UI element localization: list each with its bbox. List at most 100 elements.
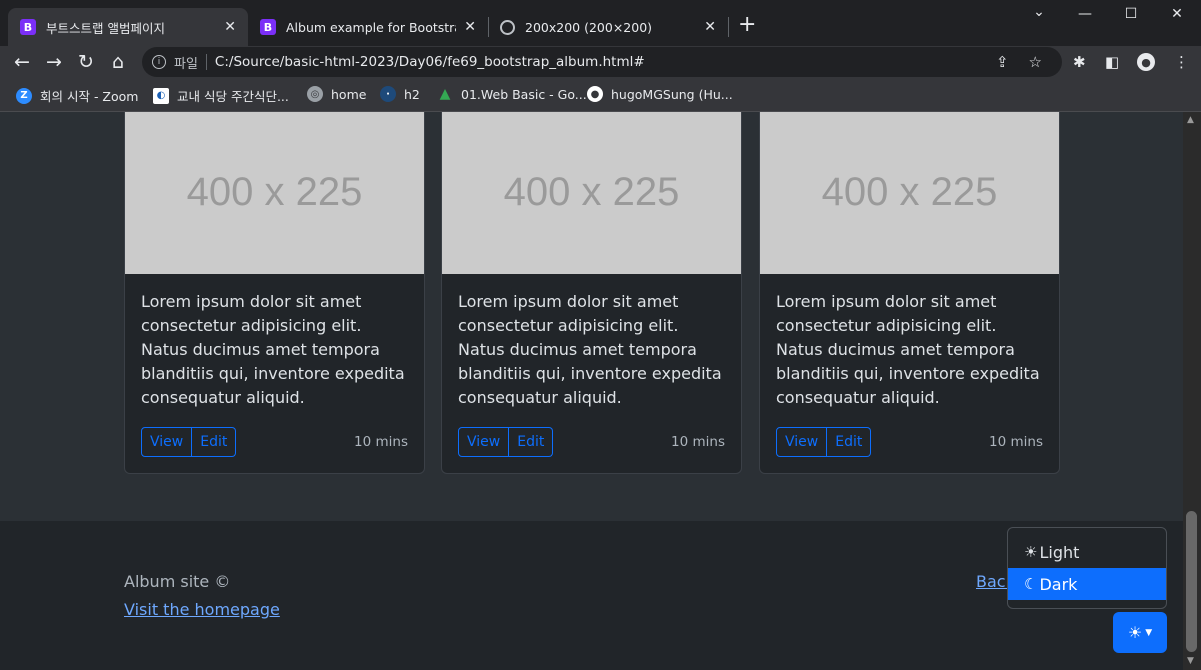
theme-option-dark[interactable]: ☾ Dark (1008, 568, 1166, 600)
card-button-group: View Edit (141, 427, 237, 457)
url-text[interactable]: C:/Source/basic-html-2023/Day06/fe69_boo… (215, 54, 996, 70)
theme-option-label: Dark (1039, 574, 1078, 594)
zoom-icon: Z (16, 87, 32, 104)
close-icon[interactable]: ✕ (224, 19, 236, 35)
theme-option-light[interactable]: ☀ Light (1008, 536, 1166, 568)
close-icon[interactable]: ✕ (704, 19, 716, 35)
globe-icon (500, 19, 515, 35)
chevron-down-icon[interactable]: ⌄ (1016, 4, 1062, 20)
bookmark-web-basic[interactable]: ▲ 01.Web Basic - Go... (437, 86, 587, 102)
thumbnail-text: 400 x 225 (186, 170, 363, 214)
address-bar[interactable]: i 파일 C:/Source/basic-html-2023/Day06/fe6… (142, 47, 1062, 77)
view-button[interactable]: View (776, 427, 828, 457)
info-icon[interactable]: i (152, 55, 166, 69)
card-time: 10 mins (354, 434, 408, 450)
card-text: Lorem ipsum dolor sit amet consectetur a… (141, 292, 405, 407)
album-card: 400 x 225 Lorem ipsum dolor sit amet con… (759, 112, 1060, 474)
card-footer: View Edit 10 mins (458, 427, 725, 457)
tab-title: 200x200 (200×200) (525, 19, 653, 35)
url-scheme-label: 파일 (174, 56, 198, 72)
profile-avatar-icon[interactable]: ● (1137, 53, 1155, 71)
copyright-text: Album site © (124, 572, 231, 591)
bookmark-label: 01.Web Basic - Go... (461, 86, 587, 102)
card-body: Lorem ipsum dolor sit amet consectetur a… (125, 274, 424, 473)
forward-arrow-icon[interactable]: → (42, 50, 66, 74)
album-card: 400 x 225 Lorem ipsum dolor sit amet con… (124, 112, 425, 474)
puzzle-extension-icon[interactable]: ✱ (1073, 53, 1086, 71)
bookmark-label: 회의 시작 - Zoom (40, 89, 139, 104)
page-footer: Album site © Visit the homepage Back (0, 521, 1183, 670)
bookmark-home[interactable]: ◎ home (307, 86, 366, 102)
bookmark-github[interactable]: ● hugoMGSung (Hu... (587, 86, 733, 102)
tab-title: Album example for Bootstrap (286, 19, 457, 35)
window-close-button[interactable]: ✕ (1154, 6, 1200, 22)
back-arrow-icon[interactable]: ← (10, 50, 34, 74)
browser-tab-album-example[interactable]: B Album example for Bootstrap ✕ (248, 8, 488, 46)
edit-button[interactable]: Edit (192, 427, 237, 457)
globe-icon: ◎ (307, 86, 323, 102)
minimize-button[interactable]: — (1062, 6, 1108, 22)
h2-database-icon: · (380, 86, 396, 102)
scroll-down-arrow-icon[interactable]: ▼ (1187, 656, 1194, 666)
bookmark-cafeteria[interactable]: ◐ 교내 식당 주간식단... (153, 86, 289, 105)
maximize-button[interactable]: ☐ (1108, 6, 1154, 22)
card-time: 10 mins (671, 434, 725, 450)
theme-toggle-button[interactable]: ☀ ▼ (1113, 612, 1167, 653)
browser-tab-200x200[interactable]: 200x200 (200×200) ✕ (488, 8, 728, 46)
card-button-group: View Edit (458, 427, 554, 457)
theme-option-label: Light (1039, 542, 1080, 562)
edit-button[interactable]: Edit (509, 427, 554, 457)
thumbnail-text: 400 x 225 (821, 170, 998, 214)
card-footer: View Edit 10 mins (776, 427, 1043, 457)
tab-title: 부트스트랩 앨범페이지 (46, 20, 165, 36)
close-icon[interactable]: ✕ (464, 19, 476, 35)
star-icon[interactable]: ☆ (1029, 53, 1042, 71)
home-icon[interactable]: ⌂ (106, 50, 130, 74)
google-drive-icon: ▲ (439, 86, 451, 102)
tab-separator (728, 17, 729, 37)
card-thumbnail: 400 x 225 (125, 112, 424, 274)
bookmark-label: home (331, 86, 367, 102)
bookmark-h2[interactable]: · h2 (380, 86, 420, 102)
card-body: Lorem ipsum dolor sit amet consectetur a… (760, 274, 1059, 473)
caret-down-icon: ▼ (1145, 627, 1153, 638)
reload-icon[interactable]: ↻ (74, 50, 98, 74)
browser-titlebar: B 부트스트랩 앨범페이지 ✕ B Album example for Boot… (0, 0, 1201, 46)
card-button-group: View Edit (776, 427, 872, 457)
view-button[interactable]: View (458, 427, 510, 457)
card-thumbnail: 400 x 225 (760, 112, 1059, 274)
bookmark-label: hugoMGSung (Hu... (611, 86, 733, 102)
menu-dots-icon[interactable]: ⋮ (1174, 53, 1189, 71)
visit-homepage-link[interactable]: Visit the homepage (124, 600, 280, 619)
card-thumbnail: 400 x 225 (442, 112, 741, 274)
card-text: Lorem ipsum dolor sit amet consectetur a… (776, 292, 1040, 407)
view-button[interactable]: View (141, 427, 193, 457)
bookmarks-bar: Z 회의 시작 - Zoom ◐ 교내 식당 주간식단... ◎ home · … (0, 78, 1201, 112)
sun-icon: ☀ (1024, 543, 1038, 561)
bookmark-label: h2 (404, 86, 420, 102)
bookmark-label: 교내 식당 주간식단... (177, 89, 289, 104)
new-tab-button[interactable]: + (738, 14, 756, 36)
school-icon: ◐ (153, 87, 169, 104)
album-card: 400 x 225 Lorem ipsum dolor sit amet con… (441, 112, 742, 474)
card-body: Lorem ipsum dolor sit amet consectetur a… (442, 274, 741, 473)
card-text: Lorem ipsum dolor sit amet consectetur a… (458, 292, 722, 407)
bookmark-zoom[interactable]: Z 회의 시작 - Zoom (16, 86, 138, 105)
share-icon[interactable]: ⇪ (996, 53, 1009, 71)
divider (205, 54, 207, 70)
card-footer: View Edit 10 mins (141, 427, 408, 457)
browser-toolbar: ← → ↻ ⌂ i 파일 C:/Source/basic-html-2023/D… (0, 46, 1201, 78)
theme-dropdown-menu: ☀ Light ☾ Dark (1007, 527, 1167, 609)
scrollbar-thumb[interactable] (1186, 511, 1197, 652)
thumbnail-text: 400 x 225 (503, 170, 680, 214)
edit-button[interactable]: Edit (827, 427, 872, 457)
page-viewport: 400 x 225 Lorem ipsum dolor sit amet con… (0, 112, 1183, 670)
side-panel-icon[interactable]: ◧ (1105, 53, 1119, 71)
card-time: 10 mins (989, 434, 1043, 450)
browser-tab-album-kr[interactable]: B 부트스트랩 앨범페이지 ✕ (8, 8, 248, 46)
github-icon: ● (587, 86, 603, 102)
bootstrap-icon: B (260, 19, 276, 35)
scroll-up-arrow-icon[interactable]: ▲ (1187, 115, 1194, 125)
moon-stars-icon: ☾ (1024, 575, 1038, 593)
bootstrap-icon: B (20, 19, 36, 35)
